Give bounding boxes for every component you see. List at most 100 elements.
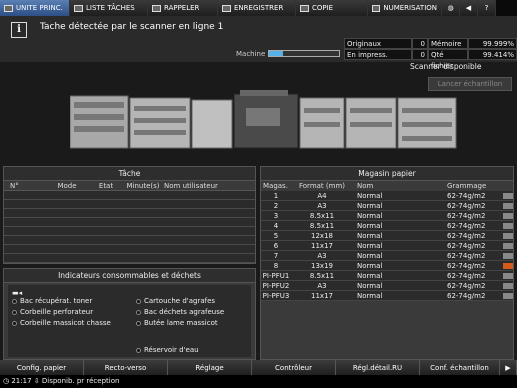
speaker-icon: ◀ bbox=[465, 4, 472, 12]
paper-level-icon bbox=[503, 273, 513, 279]
tab-enregistrer[interactable]: ENREGISTRER bbox=[218, 0, 296, 16]
table-row[interactable] bbox=[4, 200, 255, 209]
tray-grammage: 62-74g/m2 bbox=[447, 242, 486, 250]
table-row[interactable] bbox=[4, 209, 255, 218]
config-papier-button[interactable]: Config. papier bbox=[0, 360, 84, 375]
tray-number: 1 bbox=[273, 192, 279, 200]
status-dot bbox=[136, 348, 141, 353]
paper-level-icon bbox=[503, 203, 513, 209]
table-row[interactable]: 6 11x17 Normal 62-74g/m2 bbox=[261, 241, 513, 251]
tray-number: 4 bbox=[273, 222, 279, 230]
tray-format: A3 bbox=[317, 282, 327, 290]
reglage-button[interactable]: Réglage bbox=[168, 360, 252, 375]
en-impress-label: En impress. bbox=[344, 49, 412, 60]
task-panel: Tâche N° Mode Etat Minute(s) Nom utilisa… bbox=[3, 166, 256, 264]
recall-icon bbox=[152, 4, 161, 12]
consumable-item: Bac récupérat. toner bbox=[20, 297, 93, 305]
tray-number: PI-PFU2 bbox=[262, 282, 290, 290]
globe-button[interactable]: ◍ bbox=[442, 0, 460, 16]
tray-name: Normal bbox=[357, 282, 383, 290]
tray-number: PI-PFU3 bbox=[262, 292, 290, 300]
tray-format: A3 bbox=[317, 252, 327, 260]
table-row[interactable] bbox=[4, 254, 255, 263]
paper-tray-panel-title: Magasin papier bbox=[261, 167, 513, 181]
tray-grammage: 62-74g/m2 bbox=[447, 282, 486, 290]
tray-grammage: 62-74g/m2 bbox=[447, 252, 486, 260]
status-time: 21:17 bbox=[11, 377, 32, 385]
table-row[interactable] bbox=[4, 227, 255, 236]
table-row[interactable]: PI-PFU1 8.5x11 Normal 62-74g/m2 bbox=[261, 271, 513, 281]
controleur-button[interactable]: Contrôleur bbox=[252, 360, 336, 375]
table-row[interactable] bbox=[4, 245, 255, 254]
tray-name: Normal bbox=[357, 202, 383, 210]
table-row[interactable]: 3 8.5x11 Normal 62-74g/m2 bbox=[261, 211, 513, 221]
col-mode: Mode bbox=[57, 182, 77, 190]
paper-level-icon bbox=[503, 233, 513, 239]
originaux-value: 0 bbox=[412, 38, 428, 49]
recto-verso-button[interactable]: Recto-verso bbox=[84, 360, 168, 375]
consumable-item: Butée lame massicot bbox=[144, 319, 218, 327]
tray-format: 12x18 bbox=[311, 232, 333, 240]
table-row[interactable]: 5 12x18 Normal 62-74g/m2 bbox=[261, 231, 513, 241]
tray-name: Normal bbox=[357, 272, 383, 280]
table-row[interactable]: 8 13x19 Normal 62-74g/m2 bbox=[261, 261, 513, 271]
tray-format: 8.5x11 bbox=[309, 272, 335, 280]
table-row[interactable]: PI-PFU3 11x17 Normal 62-74g/m2 bbox=[261, 291, 513, 301]
paper-tray-panel: Magasin papier Magas. Format (mm) Nom Gr… bbox=[260, 166, 514, 360]
tab-unite-princ[interactable]: UNITE PRINC. bbox=[0, 0, 70, 16]
status-dot bbox=[12, 310, 17, 315]
table-row[interactable]: 4 8.5x11 Normal 62-74g/m2 bbox=[261, 221, 513, 231]
machine-progress-bar bbox=[268, 50, 340, 57]
help-button[interactable]: ? bbox=[478, 0, 496, 16]
col-grammage: Grammage bbox=[447, 182, 487, 190]
col-format: Format (mm) bbox=[299, 182, 345, 190]
tray-name: Normal bbox=[357, 212, 383, 220]
tab-numerisation[interactable]: NUMERISATION bbox=[368, 0, 442, 16]
qte-fichier-label: Qté fichier bbox=[428, 49, 468, 70]
table-row[interactable]: 7 A3 Normal 62-74g/m2 bbox=[261, 251, 513, 261]
paper-level-icon bbox=[503, 293, 513, 299]
tab-label: NUMERISATION bbox=[383, 4, 437, 12]
tray-format: A3 bbox=[317, 202, 327, 210]
paper-level-icon bbox=[503, 193, 513, 199]
table-row[interactable]: 2 A3 Normal 62-74g/m2 bbox=[261, 201, 513, 211]
next-page-button[interactable]: ▶ bbox=[500, 360, 517, 375]
conf-echantillon-button[interactable]: Conf. échantillon bbox=[420, 360, 500, 375]
printer-icon bbox=[4, 4, 13, 12]
table-row[interactable]: 1 A4 Normal 62-74g/m2 bbox=[261, 191, 513, 201]
tray-number: 7 bbox=[273, 252, 279, 260]
machine-illustration bbox=[70, 90, 457, 149]
paper-level-icon bbox=[503, 213, 513, 219]
tray-grammage: 62-74g/m2 bbox=[447, 272, 486, 280]
table-row[interactable] bbox=[4, 236, 255, 245]
col-nom: Nom bbox=[357, 182, 374, 190]
paper-level-icon bbox=[503, 243, 513, 249]
memoire-label: Mémoire bbox=[428, 38, 468, 49]
regl-detail-ru-button[interactable]: Régl.détail.RU bbox=[336, 360, 420, 375]
info-icon: i bbox=[11, 22, 27, 38]
counters-panel: Originaux 0 Mémoire 99.999% En impress. … bbox=[344, 38, 517, 70]
paper-level-icon bbox=[503, 283, 513, 289]
tray-number: 6 bbox=[273, 242, 279, 250]
tray-number: 2 bbox=[273, 202, 279, 210]
consumables-panel: Indicateurs consommables et déchets ▬◂ B… bbox=[3, 268, 256, 360]
sound-button[interactable]: ◀ bbox=[460, 0, 478, 16]
col-numero: N° bbox=[10, 182, 19, 190]
table-row[interactable] bbox=[4, 191, 255, 200]
tab-rappeler[interactable]: RAPPELER bbox=[148, 0, 218, 16]
tab-liste-taches[interactable]: LISTE TÂCHES bbox=[70, 0, 148, 16]
scanner-status: Scanner disponible bbox=[410, 62, 482, 71]
save-icon bbox=[222, 4, 231, 12]
tab-label: UNITE PRINC. bbox=[16, 4, 63, 12]
tab-label: RAPPELER bbox=[164, 4, 200, 12]
tab-copie[interactable]: COPIE bbox=[296, 0, 368, 16]
paper-table-body: 1 A4 Normal 62-74g/m2 2 A3 Normal 62-74g/m2 3 8.5… bbox=[261, 191, 513, 301]
table-row[interactable]: PI-PFU2 A3 Normal 62-74g/m2 bbox=[261, 281, 513, 291]
chevron-right-icon: ▶ bbox=[505, 363, 511, 372]
status-dot bbox=[136, 299, 141, 304]
status-dot bbox=[12, 299, 17, 304]
status-dot bbox=[136, 321, 141, 326]
table-row[interactable] bbox=[4, 218, 255, 227]
tray-grammage: 62-74g/m2 bbox=[447, 292, 486, 300]
tray-format: 13x19 bbox=[311, 262, 333, 270]
